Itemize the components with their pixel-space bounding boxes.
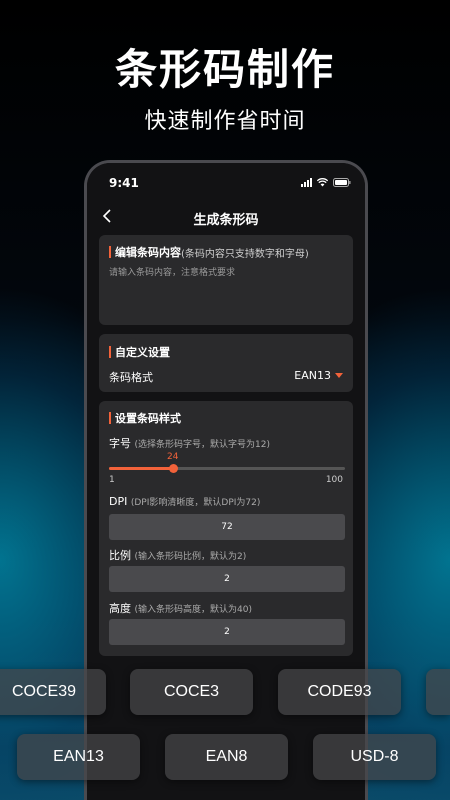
chip-partial[interactable] [426,669,450,715]
slider-thumb[interactable] [169,464,178,473]
custom-card-title-text: 自定义设置 [115,346,170,359]
dpi-label: DPI (DPI影响清晰度，默认DPI为72) [109,495,260,508]
font-size-label-text: 字号 [109,437,131,450]
content-card-hint: (条码内容只支持数字和字母) [181,248,309,260]
status-icons [301,178,351,187]
font-size-hint: (选择条形码字号，默认字号为12) [134,440,270,450]
chip-code93[interactable]: CODE93 [278,669,401,715]
slider-max-label: 100 [325,475,343,485]
dropdown-caret-icon [335,373,343,378]
nav-bar: 生成条形码 [87,201,365,231]
page-title: 生成条形码 [193,213,259,228]
content-card-title-text: 编辑条码内容 [115,246,181,259]
ratio-label-text: 比例 [109,549,131,562]
ratio-label: 比例 (输入条形码比例，默认为2) [109,547,246,563]
dpi-input[interactable]: 72 [109,514,345,540]
chip-coce39[interactable]: COCE39 [0,669,106,715]
slider-min-label: 1 [109,475,115,485]
dpi-label-text: DPI [109,495,128,508]
status-time: 9:41 [109,176,139,190]
chip-ean13[interactable]: EAN13 [17,734,140,780]
format-label: 条码格式 [109,371,153,384]
slider-fill [109,467,173,470]
hero-subtitle: 快速制作省时间 [144,109,306,134]
font-size-slider-value: 24 [167,452,179,462]
format-select[interactable]: EAN13 [294,369,343,382]
chip-coce3[interactable]: COCE3 [130,669,253,715]
height-label-text: 高度 [109,602,131,615]
dpi-hint: (DPI影响清晰度，默认DPI为72) [130,498,261,508]
barcode-content-card[interactable]: 编辑条码内容 (条码内容只支持数字和字母) 请输入条码内容，注意格式要求 [99,235,353,325]
chip-ean8[interactable]: EAN8 [165,734,288,780]
font-size-slider[interactable] [109,464,345,473]
barcode-content-input[interactable]: 请输入条码内容，注意格式要求 [109,265,235,278]
battery-icon [333,178,351,187]
wifi-icon [317,178,328,187]
ratio-hint: (输入条形码比例，默认为2) [134,552,247,562]
font-size-label: 字号 (选择条形码字号，默认字号为12) [109,435,270,451]
height-input[interactable]: 2 [109,619,345,645]
hero-title: 条形码制作 [114,45,335,94]
custom-settings-card: 自定义设置 条码格式 EAN13 [99,334,353,392]
signal-icon [301,178,312,187]
custom-card-title: 自定义设置 [109,344,170,360]
content-card-title: 编辑条码内容 (条码内容只支持数字和字母) [109,244,309,260]
format-value: EAN13 [294,369,331,382]
ratio-input[interactable]: 2 [109,566,345,592]
chip-usd8[interactable]: USD-8 [313,734,436,780]
style-card-title: 设置条码样式 [109,410,181,426]
barcode-style-card: 设置条码样式 字号 (选择条形码字号，默认字号为12) 24 1 100 DPI… [99,401,353,656]
height-label: 高度 (输入条形码高度，默认为40) [109,600,252,616]
style-card-title-text: 设置条码样式 [115,412,181,425]
height-hint: (输入条形码高度，默认为40) [134,605,252,615]
status-bar: 9:41 [87,163,365,199]
